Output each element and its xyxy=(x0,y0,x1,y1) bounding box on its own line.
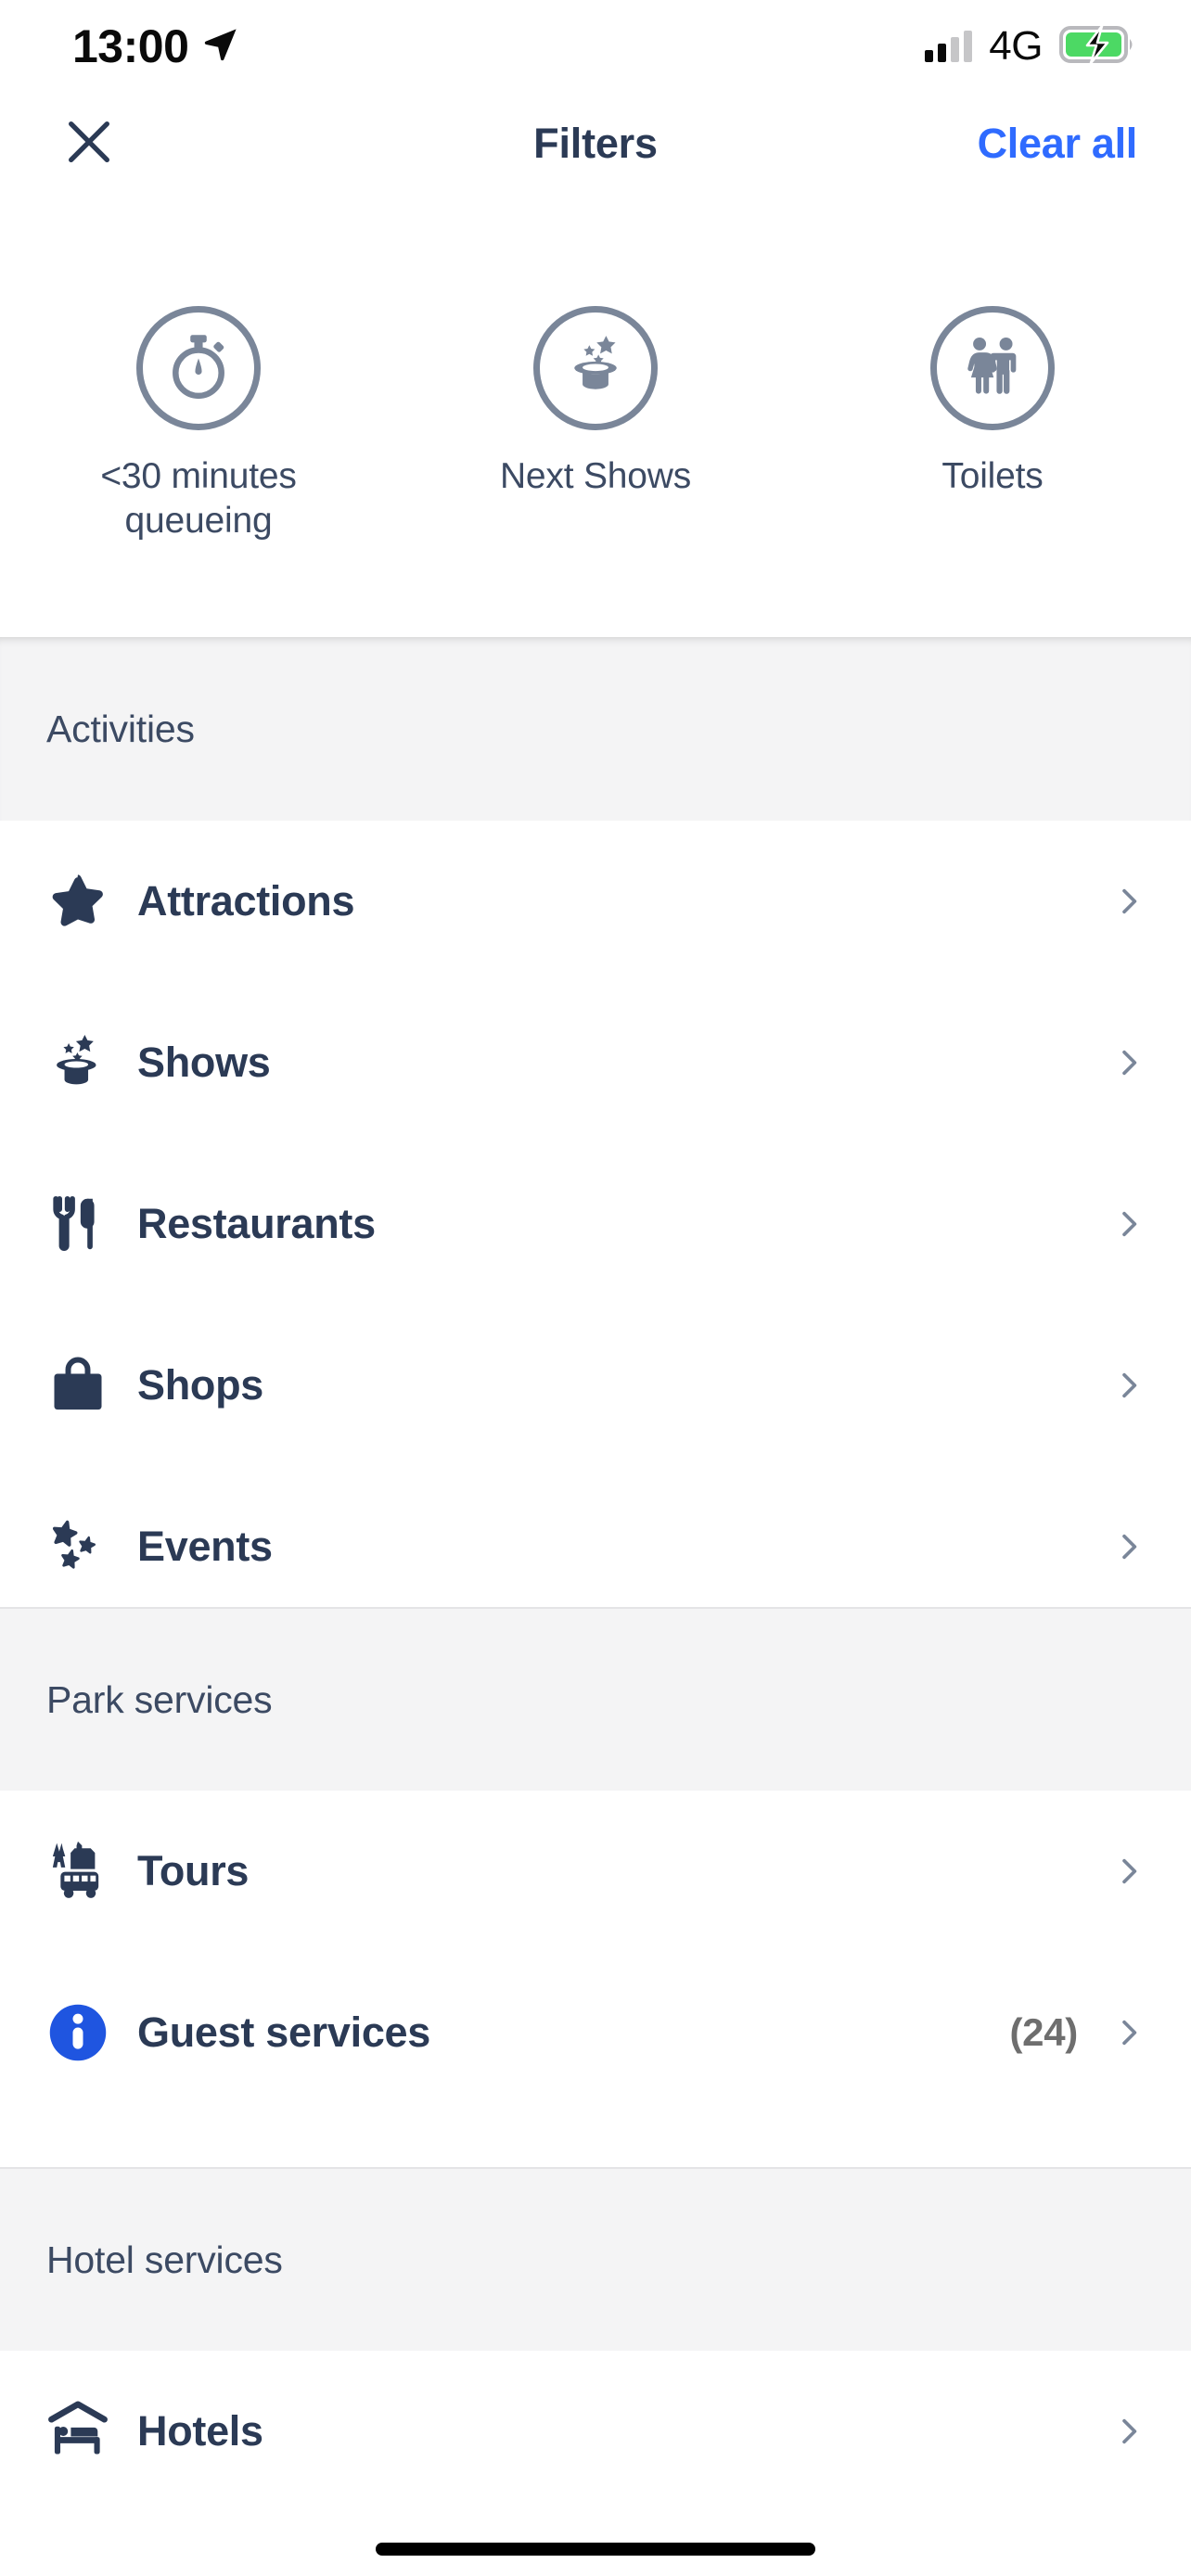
section-header-park-services: Park services xyxy=(0,1607,1191,1791)
filters-screen: 13:00 4G Filters Clear all <30 minutes q… xyxy=(0,0,1191,2576)
chevron-right-icon xyxy=(1108,886,1150,917)
list-item-label: Tours xyxy=(137,1847,250,1894)
quick-filter-label: <30 minutes queueing xyxy=(100,456,297,541)
location-arrow-icon xyxy=(201,25,240,69)
list-item-shops[interactable]: Shops xyxy=(0,1305,1191,1466)
list-item-count: (24) xyxy=(1009,2010,1079,2054)
chevron-right-icon xyxy=(1108,1531,1150,1562)
hotel-bed-icon xyxy=(43,2396,113,2467)
list-item-tours[interactable]: Tours xyxy=(0,1791,1191,1952)
quick-filter-icon-wrap xyxy=(136,306,261,430)
list-item-attractions[interactable]: Attractions xyxy=(0,821,1191,982)
tour-bus-icon xyxy=(43,1836,113,1906)
list-item-label: Hotels xyxy=(137,2407,263,2455)
chevron-right-icon xyxy=(1108,1855,1150,1887)
chevron-right-icon xyxy=(1108,2416,1150,2447)
magic-hat-icon xyxy=(43,1027,113,1098)
quick-filter-icon-wrap xyxy=(930,306,1055,430)
close-button[interactable] xyxy=(52,107,126,181)
section-title: Hotel services xyxy=(46,2238,283,2281)
list-item-label: Events xyxy=(137,1523,273,1570)
network-type-label: 4G xyxy=(989,23,1043,69)
list-item-hotels[interactable]: Hotels xyxy=(0,2351,1191,2512)
stopwatch-icon xyxy=(162,330,235,407)
list-item-guest-services[interactable]: Guest services (24) xyxy=(0,1952,1191,2113)
header-bar: Filters Clear all xyxy=(0,93,1191,195)
list-item-label: Shows xyxy=(137,1039,271,1086)
info-icon xyxy=(43,1997,113,2068)
status-bar-time: 13:00 xyxy=(72,20,189,72)
chevron-right-icon xyxy=(1108,2017,1150,2048)
section-header-hotel-services: Hotel services xyxy=(0,2167,1191,2351)
hotel-services-list: Hotels xyxy=(0,2351,1191,2512)
sparkles-icon xyxy=(43,1511,113,1582)
quick-filter-toilets[interactable]: Toilets xyxy=(794,306,1191,499)
toilets-icon xyxy=(957,331,1028,406)
close-icon xyxy=(62,115,116,173)
quick-filter-queueing[interactable]: <30 minutes queueing xyxy=(0,306,397,542)
cellular-signal-icon xyxy=(925,31,973,62)
list-item-label: Shops xyxy=(137,1361,264,1409)
status-bar: 13:00 4G xyxy=(0,0,1191,93)
shopping-bag-icon xyxy=(43,1350,113,1421)
status-bar-right: 4G xyxy=(925,23,1137,70)
section-header-activities: Activities xyxy=(0,637,1191,821)
star-icon xyxy=(43,866,113,937)
list-item-label: Restaurants xyxy=(137,1200,376,1247)
section-title: Park services xyxy=(46,1677,273,1721)
chevron-right-icon xyxy=(1108,1047,1150,1078)
battery-charging-icon xyxy=(1059,24,1137,69)
list-item-label: Attractions xyxy=(137,877,355,925)
clear-all-button[interactable]: Clear all xyxy=(965,110,1150,177)
home-indicator[interactable] xyxy=(376,2543,815,2556)
list-item-shows[interactable]: Shows xyxy=(0,982,1191,1143)
list-item-label: Guest services xyxy=(137,2009,431,2056)
quick-filters-row: <30 minutes queueing Next Shows Toilets xyxy=(0,306,1191,542)
chevron-right-icon xyxy=(1108,1208,1150,1240)
quick-filter-icon-wrap xyxy=(533,306,658,430)
list-item-restaurants[interactable]: Restaurants xyxy=(0,1143,1191,1305)
cutlery-icon xyxy=(43,1189,113,1259)
quick-filter-next-shows[interactable]: Next Shows xyxy=(397,306,794,499)
chevron-right-icon xyxy=(1108,1370,1150,1401)
quick-filter-label: Next Shows xyxy=(499,456,692,496)
quick-filter-label: Toilets xyxy=(941,456,1044,496)
activities-list: Attractions Shows Restaurants Shops Even… xyxy=(0,821,1191,1627)
list-item-events[interactable]: Events xyxy=(0,1466,1191,1627)
park-services-list: Tours Guest services (24) xyxy=(0,1791,1191,2113)
status-bar-left: 13:00 xyxy=(72,19,240,73)
magic-hat-icon xyxy=(560,331,631,406)
section-title: Activities xyxy=(46,707,195,750)
